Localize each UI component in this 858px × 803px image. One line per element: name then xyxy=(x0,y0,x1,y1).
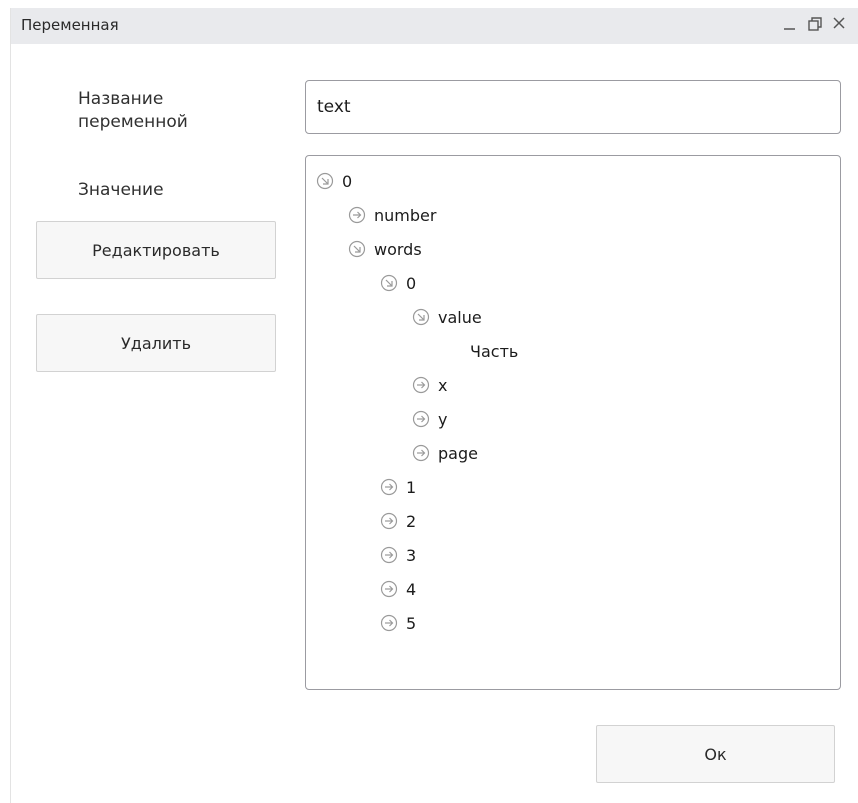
expanded-arrow-icon[interactable] xyxy=(412,308,430,326)
tree-node[interactable]: y xyxy=(412,406,447,432)
close-icon[interactable] xyxy=(829,13,851,35)
edit-button[interactable]: Редактировать xyxy=(36,221,276,279)
tree-node-label: 3 xyxy=(406,545,417,565)
tree-node-label: 1 xyxy=(406,477,417,497)
collapsed-arrow-icon[interactable] xyxy=(380,512,398,530)
window-title: Переменная xyxy=(21,16,119,34)
tree-node-label: 4 xyxy=(406,579,417,599)
tree-node[interactable]: 4 xyxy=(380,576,416,602)
collapsed-arrow-icon[interactable] xyxy=(380,546,398,564)
collapsed-arrow-icon[interactable] xyxy=(412,444,430,462)
tree-node-label: number xyxy=(374,205,437,225)
tree-node-label: value xyxy=(438,307,482,327)
expanded-arrow-icon[interactable] xyxy=(316,172,334,190)
tree-node-label: 5 xyxy=(406,613,417,633)
tree-node[interactable]: value xyxy=(412,304,482,330)
tree-node[interactable]: 5 xyxy=(380,610,416,636)
value-tree[interactable]: 0 number words 0 value Часть x y page 1 2 3 4 5 xyxy=(305,155,841,690)
tree-node-label: y xyxy=(438,409,448,429)
tree-node[interactable]: 0 xyxy=(316,168,352,194)
tree-node[interactable]: 2 xyxy=(380,508,416,534)
collapsed-arrow-icon[interactable] xyxy=(380,580,398,598)
tree-node[interactable]: 1 xyxy=(380,474,416,500)
tree-node-label: page xyxy=(438,443,478,463)
tree-node[interactable]: number xyxy=(348,202,436,228)
variable-name-label: Название переменной xyxy=(78,89,188,132)
expanded-arrow-icon[interactable] xyxy=(380,274,398,292)
tree-node[interactable]: words xyxy=(348,236,422,262)
tree-node-label: x xyxy=(438,375,448,395)
title-bar: Переменная xyxy=(11,8,858,44)
tree-node-label: Часть xyxy=(470,341,519,361)
delete-button[interactable]: Удалить xyxy=(36,314,276,372)
tree-node[interactable]: 0 xyxy=(380,270,416,296)
restore-icon[interactable] xyxy=(804,13,826,35)
tree-node[interactable]: x xyxy=(412,372,447,398)
tree-node-value[interactable]: Часть xyxy=(470,338,518,364)
tree-node[interactable]: page xyxy=(412,440,478,466)
expanded-arrow-icon[interactable] xyxy=(348,240,366,258)
variable-name-input[interactable] xyxy=(305,80,841,134)
minimize-icon[interactable] xyxy=(779,13,801,35)
variable-dialog: Переменная Название переменной Значение … xyxy=(10,8,858,803)
collapsed-arrow-icon[interactable] xyxy=(380,614,398,632)
tree-node[interactable]: 3 xyxy=(380,542,416,568)
collapsed-arrow-icon[interactable] xyxy=(412,376,430,394)
tree-node-label: words xyxy=(374,239,422,259)
collapsed-arrow-icon[interactable] xyxy=(412,410,430,428)
ok-button[interactable]: Ок xyxy=(596,725,835,783)
value-label: Значение xyxy=(78,180,164,200)
collapsed-arrow-icon[interactable] xyxy=(380,478,398,496)
tree-node-label: 0 xyxy=(342,171,353,191)
collapsed-arrow-icon[interactable] xyxy=(348,206,366,224)
tree-node-label: 0 xyxy=(406,273,417,293)
tree-node-label: 2 xyxy=(406,511,417,531)
